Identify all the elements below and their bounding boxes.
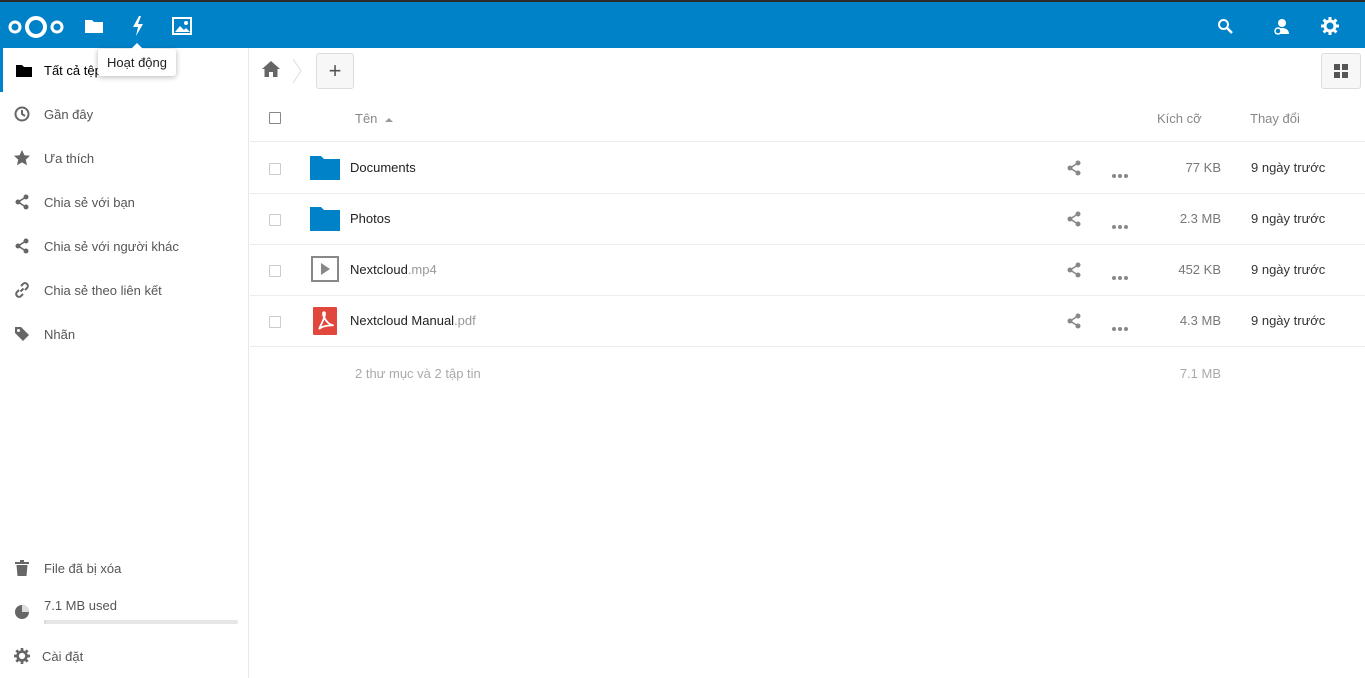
folder-icon: [310, 205, 340, 233]
quota-bar: [44, 620, 238, 624]
share-icon[interactable]: [1066, 313, 1084, 331]
image-icon[interactable]: [168, 12, 196, 40]
breadcrumb-separator: [292, 58, 302, 84]
sidebar-item-recent[interactable]: Gần đây: [0, 92, 248, 136]
lightning-icon[interactable]: [124, 12, 152, 40]
sidebar-item-shared-by-link[interactable]: Chia sẻ theo liên kết: [0, 268, 248, 312]
sidebar-item-deleted-files[interactable]: File đã bị xóa: [0, 546, 248, 590]
clock-icon: [13, 105, 31, 123]
row-checkbox[interactable]: [269, 163, 281, 175]
select-all-checkbox[interactable]: [269, 112, 281, 124]
folder-icon: [310, 154, 340, 182]
sidebar-item-label: Gần đây: [44, 106, 94, 122]
file-name[interactable]: Photos: [350, 211, 390, 226]
share-icon[interactable]: [1066, 211, 1084, 229]
file-size: 452 KB: [1178, 262, 1221, 277]
share-icon[interactable]: [1066, 262, 1084, 280]
file-summary: 2 thư mục và 2 tập tin 7.1 MB: [250, 366, 1365, 388]
folder-icon[interactable]: [80, 12, 108, 40]
trash-icon: [13, 559, 31, 577]
activity-tooltip: Hoạt động: [98, 43, 176, 76]
quota-info: 7.1 MB used: [0, 590, 248, 634]
new-button[interactable]: +: [316, 53, 354, 89]
video-file-icon: [310, 256, 340, 284]
top-bar: [0, 0, 1365, 48]
folder-icon: [15, 61, 33, 79]
gear-icon[interactable]: [1316, 12, 1344, 40]
sidebar-item-label: Nhãn: [44, 326, 76, 342]
file-size: 77 KB: [1185, 160, 1221, 175]
link-icon: [13, 281, 31, 299]
share-icon: [13, 237, 31, 255]
row-checkbox[interactable]: [269, 265, 281, 277]
sidebar-item-settings[interactable]: Cài đặt: [0, 634, 248, 678]
sidebar-item-tags[interactable]: Nhãn: [0, 312, 248, 356]
quota-label: 7.1 MB used: [44, 598, 117, 613]
table-header: Tên Kích cỡ Thay đổi: [250, 94, 1365, 142]
sidebar-item-shared-with-others[interactable]: Chia sẻ với người khác: [0, 224, 248, 268]
file-modified: 9 ngày trước: [1251, 262, 1326, 277]
table-row[interactable]: Nextcloud.mp4 452 KB 9 ngày trước: [250, 245, 1365, 296]
column-name-header[interactable]: Tên: [355, 111, 394, 126]
star-icon: [13, 149, 31, 167]
sort-ascending-icon: [385, 117, 394, 122]
more-options-icon[interactable]: [1112, 319, 1128, 331]
sidebar-item-label: Tất cả tệp: [44, 62, 102, 78]
search-icon[interactable]: [1211, 12, 1239, 40]
file-size: 4.3 MB: [1179, 313, 1221, 328]
sidebar-item-label: Chia sẻ theo liên kết: [44, 282, 162, 298]
table-row[interactable]: Nextcloud Manual.pdf 4.3 MB 9 ngày trước: [250, 296, 1365, 347]
summary-text: 2 thư mục và 2 tập tin: [355, 366, 481, 381]
summary-size: 7.1 MB: [1179, 366, 1221, 381]
file-name[interactable]: Documents: [350, 160, 416, 175]
column-size-header[interactable]: Kích cỡ: [1157, 111, 1202, 126]
contacts-icon[interactable]: [1268, 12, 1296, 40]
file-list-area: + Tên Kích cỡ Thay đổi Documents 77 KB 9…: [250, 48, 1365, 678]
sidebar-item-label: File đã bị xóa: [44, 560, 122, 576]
home-icon[interactable]: [262, 61, 282, 81]
sidebar-item-label: Chia sẻ với bạn: [44, 194, 135, 210]
sidebar-item-label: Ưa thích: [44, 150, 95, 166]
tag-icon: [13, 325, 31, 343]
file-name[interactable]: Nextcloud.mp4: [350, 262, 437, 277]
more-options-icon[interactable]: [1112, 217, 1128, 229]
file-modified: 9 ngày trước: [1251, 313, 1326, 328]
sidebar-item-label: Chia sẻ với người khác: [44, 238, 179, 254]
row-checkbox[interactable]: [269, 316, 281, 328]
file-size: 2.3 MB: [1179, 211, 1221, 226]
table-row[interactable]: Photos 2.3 MB 9 ngày trước: [250, 194, 1365, 245]
nextcloud-logo[interactable]: [6, 13, 68, 41]
more-options-icon[interactable]: [1112, 268, 1128, 280]
pdf-file-icon: [310, 307, 340, 335]
file-name[interactable]: Nextcloud Manual.pdf: [350, 313, 476, 328]
file-modified: 9 ngày trước: [1251, 211, 1326, 226]
sidebar-item-favorites[interactable]: Ưa thích: [0, 136, 248, 180]
sidebar-item-shared-with-you[interactable]: Chia sẻ với bạn: [0, 180, 248, 224]
share-icon: [13, 193, 31, 211]
share-icon[interactable]: [1066, 160, 1084, 178]
row-checkbox[interactable]: [269, 214, 281, 226]
pie-chart-icon: [13, 603, 31, 621]
table-row[interactable]: Documents 77 KB 9 ngày trước: [250, 143, 1365, 194]
column-modified-header[interactable]: Thay đổi: [1250, 111, 1300, 126]
more-options-icon[interactable]: [1112, 166, 1128, 178]
gear-icon: [13, 647, 31, 665]
sidebar-item-label: Cài đặt: [42, 648, 84, 664]
grid-icon: [1334, 64, 1348, 78]
sidebar: Tất cả tệp Gần đây Ưa thích Chia sẻ với …: [0, 48, 249, 678]
file-modified: 9 ngày trước: [1251, 160, 1326, 175]
grid-view-button[interactable]: [1321, 53, 1361, 89]
